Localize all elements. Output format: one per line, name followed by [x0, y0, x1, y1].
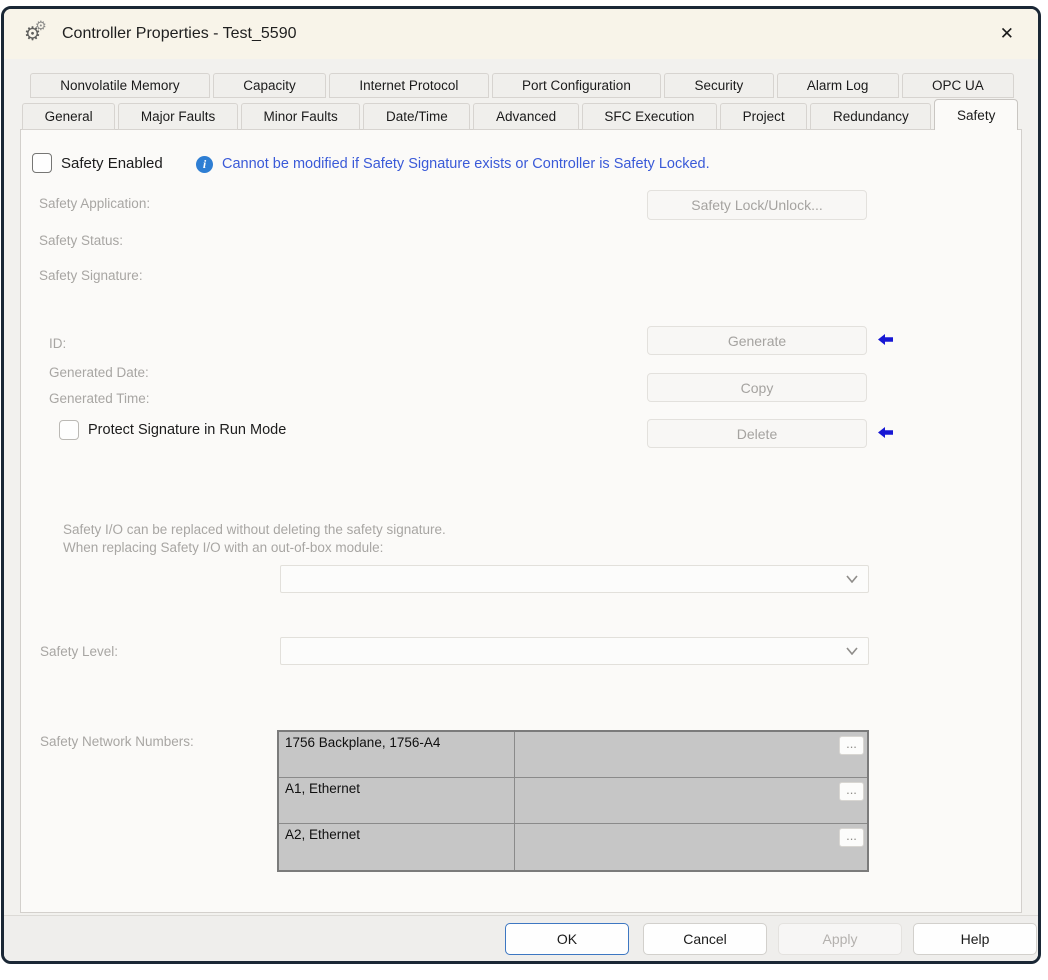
snn-row-name: A1, Ethernet [279, 778, 515, 823]
chevron-down-icon [846, 647, 858, 655]
protect-signature-label: Protect Signature in Run Mode [88, 422, 286, 438]
snn-row-name: A2, Ethernet [279, 824, 515, 870]
generated-time-label: Generated Time: [49, 391, 150, 406]
safety-network-numbers-table: 1756 Backplane, 1756-A4 ... A1, Ethernet… [277, 730, 869, 872]
info-icon: i [196, 156, 213, 173]
signature-id-label: ID: [49, 336, 66, 351]
screen: ⚙ ⚙ Controller Properties - Test_5590 ✕ … [0, 0, 1048, 980]
tab-opc-ua[interactable]: OPC UA [902, 73, 1014, 98]
safety-network-numbers-label: Safety Network Numbers: [40, 734, 194, 749]
tab-general[interactable]: General [22, 103, 115, 130]
controller-gears-icon: ⚙ ⚙ [24, 21, 50, 47]
table-row: A2, Ethernet ... [279, 824, 867, 870]
snn-browse-button[interactable]: ... [839, 828, 864, 847]
tab-capacity[interactable]: Capacity [213, 73, 326, 98]
delete-button[interactable]: Delete [647, 419, 867, 448]
tab-project[interactable]: Project [720, 103, 807, 130]
io-replace-line1: Safety I/O can be replaced without delet… [63, 522, 446, 537]
generate-button[interactable]: Generate [647, 326, 867, 355]
safety-enabled-label: Safety Enabled [61, 155, 163, 172]
generate-arrow-icon [878, 334, 894, 345]
copy-button[interactable]: Copy [647, 373, 867, 402]
safety-lock-unlock-button[interactable]: Safety Lock/Unlock... [647, 190, 867, 220]
safety-level-label: Safety Level: [40, 644, 118, 659]
tab-port-configuration[interactable]: Port Configuration [492, 73, 661, 98]
tab-nonvolatile-memory[interactable]: Nonvolatile Memory [30, 73, 210, 98]
safety-status-label: Safety Status: [39, 233, 123, 248]
tab-major-faults[interactable]: Major Faults [118, 103, 238, 130]
tab-sfc-execution[interactable]: SFC Execution [582, 103, 717, 130]
tab-minor-faults[interactable]: Minor Faults [241, 103, 361, 130]
title-bar: ⚙ ⚙ Controller Properties - Test_5590 ✕ [4, 9, 1038, 59]
safety-level-dropdown[interactable] [280, 637, 869, 665]
safety-enabled-checkbox[interactable] [32, 153, 52, 173]
tab-safety[interactable]: Safety [934, 99, 1018, 130]
table-row: 1756 Backplane, 1756-A4 ... [279, 732, 867, 778]
safety-tab-panel: Safety Enabled i Cannot be modified if S… [20, 129, 1022, 913]
tab-date-time[interactable]: Date/Time [363, 103, 470, 130]
dialog-footer: OK Cancel Apply Help [4, 915, 1038, 961]
tab-row-2: General Major Faults Minor Faults Date/T… [22, 99, 1018, 130]
protect-signature-checkbox[interactable] [59, 420, 79, 440]
io-replace-line2: When replacing Safety I/O with an out-of… [63, 540, 383, 555]
safety-signature-label: Safety Signature: [39, 268, 143, 283]
tab-internet-protocol[interactable]: Internet Protocol [329, 73, 489, 98]
help-button[interactable]: Help [913, 923, 1037, 955]
snn-row-name: 1756 Backplane, 1756-A4 [279, 732, 515, 777]
safety-enabled-info-text: Cannot be modified if Safety Signature e… [222, 156, 710, 172]
snn-browse-button[interactable]: ... [839, 736, 864, 755]
delete-arrow-icon [878, 427, 894, 438]
snn-browse-button[interactable]: ... [839, 782, 864, 801]
tab-redundancy[interactable]: Redundancy [810, 103, 931, 130]
controller-properties-dialog: ⚙ ⚙ Controller Properties - Test_5590 ✕ … [1, 6, 1041, 964]
chevron-down-icon [846, 575, 858, 583]
apply-button[interactable]: Apply [778, 923, 902, 955]
tab-row-1: Nonvolatile Memory Capacity Internet Pro… [30, 73, 1014, 98]
safety-application-label: Safety Application: [39, 196, 150, 211]
generated-date-label: Generated Date: [49, 365, 149, 380]
close-icon[interactable]: ✕ [996, 22, 1018, 46]
io-replace-dropdown[interactable] [280, 565, 869, 593]
cancel-button[interactable]: Cancel [643, 923, 767, 955]
ok-button[interactable]: OK [505, 923, 629, 955]
table-row: A1, Ethernet ... [279, 778, 867, 824]
window-title: Controller Properties - Test_5590 [62, 25, 297, 43]
tab-advanced[interactable]: Advanced [473, 103, 578, 130]
tab-security[interactable]: Security [664, 73, 773, 98]
tab-alarm-log[interactable]: Alarm Log [777, 73, 899, 98]
